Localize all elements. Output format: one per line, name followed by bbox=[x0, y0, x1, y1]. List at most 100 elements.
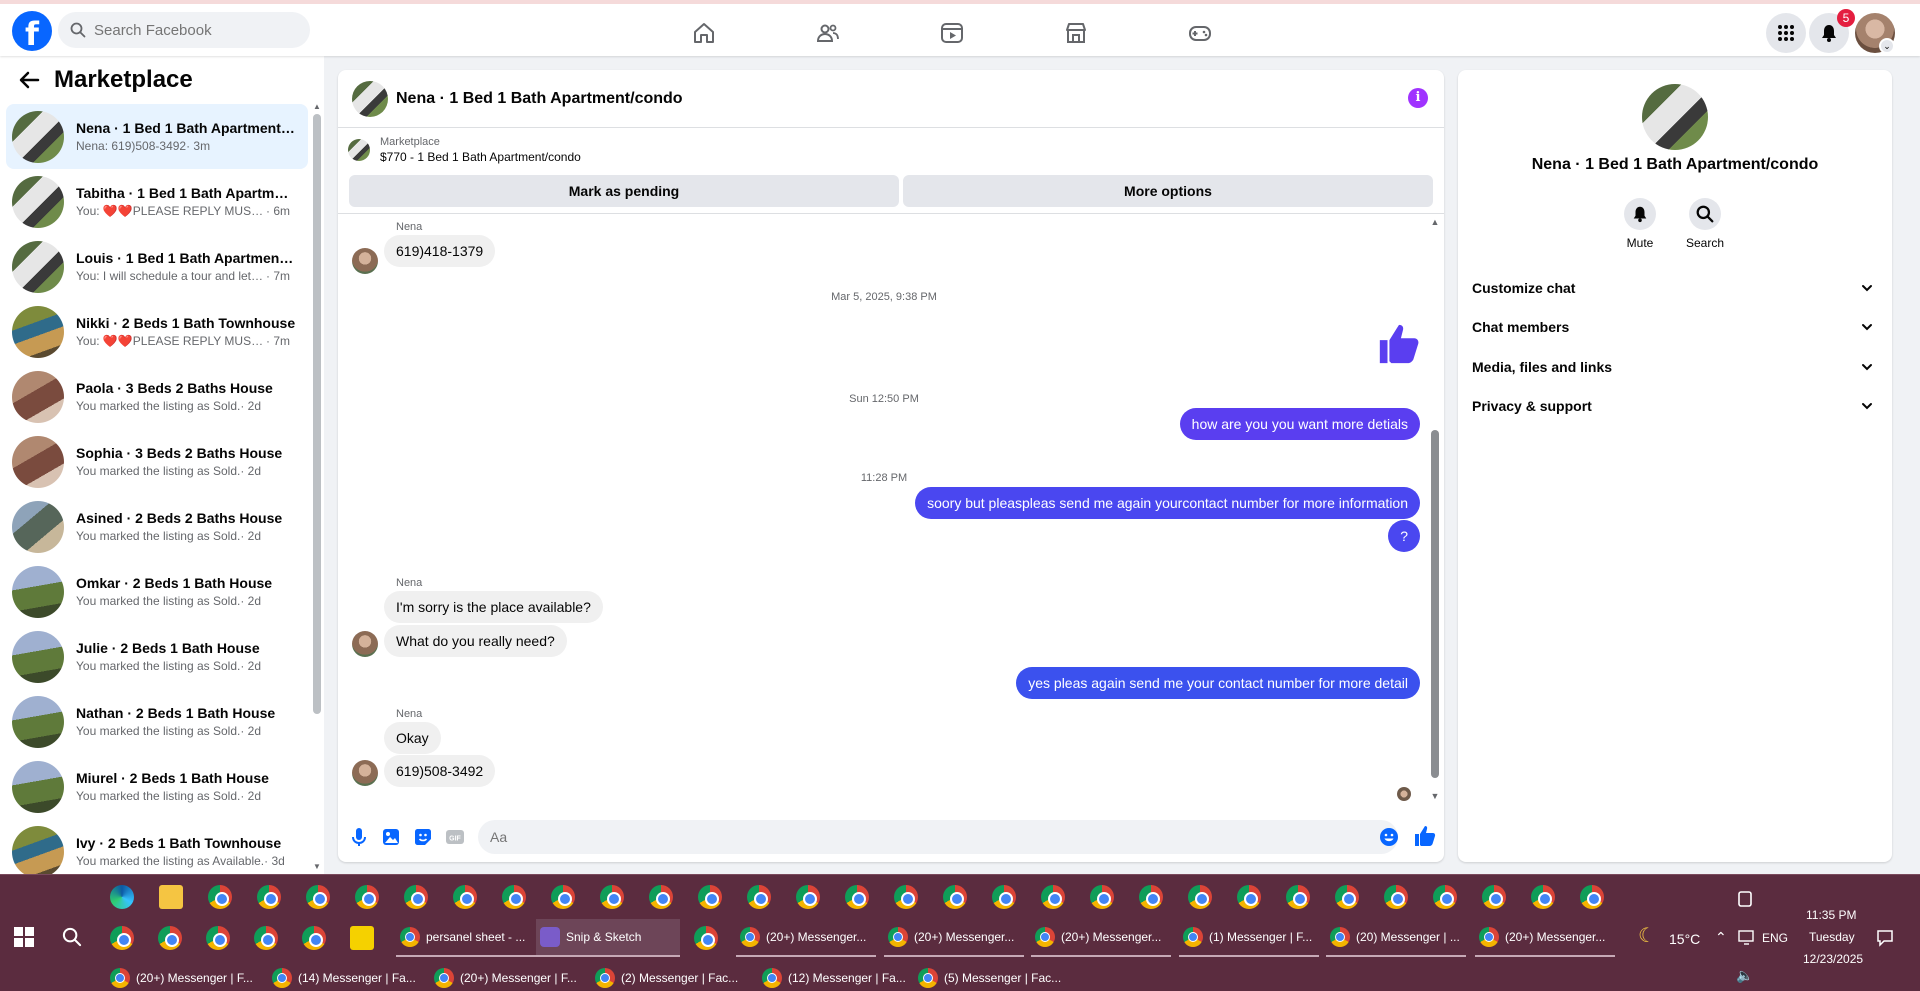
chat-list-item[interactable]: Omkar · 2 Beds 1 Bath House You marked th… bbox=[6, 559, 308, 624]
message-incoming[interactable]: 619)508-3492 bbox=[384, 755, 496, 787]
chat-list-item[interactable]: Miurel · 2 Beds 1 Bath House You marked t… bbox=[6, 754, 308, 819]
taskbar-window-button[interactable]: (14) Messenger | Fa... bbox=[268, 959, 424, 991]
clock-day[interactable]: Tuesday bbox=[1809, 930, 1855, 944]
sidebar-scrollbar[interactable] bbox=[313, 100, 321, 750]
message-incoming[interactable]: 619)418-1379 bbox=[384, 235, 496, 267]
search-input[interactable] bbox=[94, 21, 294, 39]
message-input[interactable] bbox=[478, 820, 1398, 854]
chrome-icon[interactable] bbox=[1531, 885, 1555, 909]
taskbar-window-button[interactable]: persanel sheet - ... bbox=[396, 919, 536, 957]
chrome-icon[interactable] bbox=[1482, 885, 1506, 909]
photo-icon[interactable] bbox=[380, 826, 402, 848]
taskbar-window-button[interactable]: (20+) Messenger... bbox=[736, 919, 876, 957]
thumbs-up-icon[interactable] bbox=[1413, 824, 1437, 848]
notifications-button[interactable]: 5 bbox=[1809, 9, 1855, 53]
nav-home[interactable] bbox=[654, 10, 754, 56]
chrome-icon[interactable] bbox=[796, 885, 820, 909]
chrome-icon[interactable] bbox=[208, 885, 232, 909]
chrome-icon[interactable] bbox=[698, 885, 722, 909]
chat-list-item[interactable]: Asined · 2 Beds 2 Baths House You marked … bbox=[6, 494, 308, 559]
chat-list-item[interactable]: Nikki · 2 Beds 1 Bath Townhouse You: ❤️❤️… bbox=[6, 299, 308, 364]
chat-list-item[interactable]: Louis · 1 Bed 1 Bath Apartment/condo You:… bbox=[6, 234, 308, 299]
volume-icon[interactable]: 🔈 bbox=[1736, 967, 1753, 984]
chat-list-item[interactable]: Nathan · 2 Beds 1 Bath House You marked t… bbox=[6, 689, 308, 754]
message-outgoing[interactable]: soory but pleaspleas send me again yourc… bbox=[915, 487, 1420, 519]
taskbar-window-button[interactable]: (20+) Messenger... bbox=[1031, 919, 1171, 957]
chrome-icon[interactable] bbox=[845, 885, 869, 909]
taskbar-window-button[interactable]: (20+) Messenger... bbox=[884, 919, 1024, 957]
chrome-icon[interactable] bbox=[254, 926, 278, 950]
message-incoming[interactable]: What do you really need? bbox=[384, 625, 567, 657]
taskbar-window-button[interactable]: (20) Messenger | ... bbox=[1326, 919, 1466, 957]
nav-video[interactable] bbox=[902, 10, 1002, 56]
chrome-icon[interactable] bbox=[992, 885, 1016, 909]
chrome-icon[interactable] bbox=[1188, 885, 1212, 909]
chrome-icon[interactable] bbox=[306, 885, 330, 909]
listing-info[interactable]: Marketplace $770 - 1 Bed 1 Bath Apartmen… bbox=[348, 136, 581, 164]
chrome-icon[interactable] bbox=[1433, 885, 1457, 909]
message-incoming[interactable]: Okay bbox=[384, 722, 441, 754]
taskbar-window-button[interactable]: (5) Messenger | Fac... bbox=[914, 959, 1070, 991]
contact-avatar[interactable] bbox=[1642, 84, 1708, 150]
scrollbar-thumb[interactable] bbox=[1431, 430, 1439, 778]
chrome-icon[interactable] bbox=[894, 885, 918, 909]
sender-avatar[interactable] bbox=[352, 248, 378, 274]
chrome-icon[interactable] bbox=[302, 926, 326, 950]
message-outgoing[interactable]: yes pleas again send me your contact num… bbox=[1016, 667, 1420, 699]
sender-avatar[interactable] bbox=[352, 760, 378, 786]
chevron-up-icon[interactable]: ⌃ bbox=[1715, 929, 1727, 946]
sender-avatar[interactable] bbox=[352, 631, 378, 657]
chat-list-item[interactable]: Tabitha · 1 Bed 1 Bath Apartment/condo Yo… bbox=[6, 169, 308, 234]
taskbar-window-button[interactable]: (20+) Messenger | F... bbox=[430, 959, 586, 991]
taskbar-window-button[interactable]: (20+) Messenger... bbox=[1475, 919, 1615, 957]
scroll-down-arrow[interactable]: ▼ bbox=[1430, 791, 1440, 801]
sticker-icon[interactable] bbox=[412, 826, 434, 848]
taskbar-window-button[interactable]: Snip & Sketch bbox=[536, 919, 680, 957]
network-icon[interactable] bbox=[1738, 930, 1756, 946]
search-in-chat-button[interactable]: Search bbox=[1675, 198, 1735, 250]
chrome-icon[interactable] bbox=[1286, 885, 1310, 909]
message-incoming[interactable]: I'm sorry is the place available? bbox=[384, 591, 603, 623]
chrome-icon[interactable] bbox=[1090, 885, 1114, 909]
sticky-notes-icon[interactable] bbox=[350, 926, 374, 950]
back-arrow-icon[interactable] bbox=[18, 69, 40, 91]
chrome-icon[interactable] bbox=[1139, 885, 1163, 909]
nav-gaming[interactable] bbox=[1150, 10, 1250, 56]
file-explorer-icon[interactable] bbox=[159, 885, 183, 909]
clock-date[interactable]: 12/23/2025 bbox=[1803, 952, 1863, 966]
chrome-icon[interactable] bbox=[404, 885, 428, 909]
chat-list-item[interactable]: Paola · 3 Beds 2 Baths House You marked t… bbox=[6, 364, 308, 429]
message-outgoing[interactable]: how are you you want more detials bbox=[1179, 408, 1420, 440]
nav-friends[interactable] bbox=[778, 10, 878, 56]
media-files-links-row[interactable]: Media, files and links bbox=[1472, 351, 1882, 383]
mark-as-pending-button[interactable]: Mark as pending bbox=[349, 175, 899, 207]
weather-temp[interactable]: 15°C bbox=[1669, 931, 1700, 947]
like-sticker-icon[interactable] bbox=[1376, 321, 1422, 367]
gif-icon[interactable]: GIF bbox=[444, 826, 466, 848]
facebook-logo[interactable]: f bbox=[12, 11, 52, 51]
chrome-icon[interactable] bbox=[1384, 885, 1408, 909]
emoji-icon[interactable] bbox=[1378, 826, 1400, 848]
taskbar-window-button[interactable]: (20+) Messenger | F... bbox=[106, 959, 262, 991]
info-icon[interactable]: i bbox=[1408, 88, 1428, 108]
privacy-support-row[interactable]: Privacy & support bbox=[1472, 390, 1882, 422]
customize-chat-row[interactable]: Customize chat bbox=[1472, 272, 1882, 304]
chrome-icon[interactable] bbox=[1580, 885, 1604, 909]
taskbar-window-button[interactable]: (1) Messenger | F... bbox=[1179, 919, 1319, 957]
chrome-icon[interactable] bbox=[551, 885, 575, 909]
nav-marketplace[interactable] bbox=[1026, 10, 1126, 56]
chat-title[interactable]: Nena · 1 Bed 1 Bath Apartment/condo bbox=[396, 90, 683, 108]
chevron-down-icon[interactable]: ⌄ bbox=[1879, 38, 1895, 54]
task-view-icon[interactable] bbox=[1735, 889, 1755, 909]
chrome-icon[interactable] bbox=[1237, 885, 1261, 909]
language-indicator[interactable]: ENG bbox=[1762, 931, 1788, 945]
taskbar-window-button[interactable]: (2) Messenger | Fac... bbox=[591, 959, 747, 991]
chrome-icon[interactable] bbox=[355, 885, 379, 909]
chat-list-item[interactable]: Ivy · 2 Beds 1 Bath Townhouse You marked … bbox=[6, 819, 308, 874]
chrome-icon[interactable] bbox=[453, 885, 477, 909]
chrome-icon[interactable] bbox=[694, 926, 718, 950]
scroll-down-arrow[interactable]: ▼ bbox=[313, 862, 321, 871]
taskbar-window-button[interactable]: (12) Messenger | Fa... bbox=[758, 959, 914, 991]
edge-icon[interactable] bbox=[110, 885, 134, 909]
thread-scrollbar[interactable] bbox=[1430, 215, 1440, 805]
